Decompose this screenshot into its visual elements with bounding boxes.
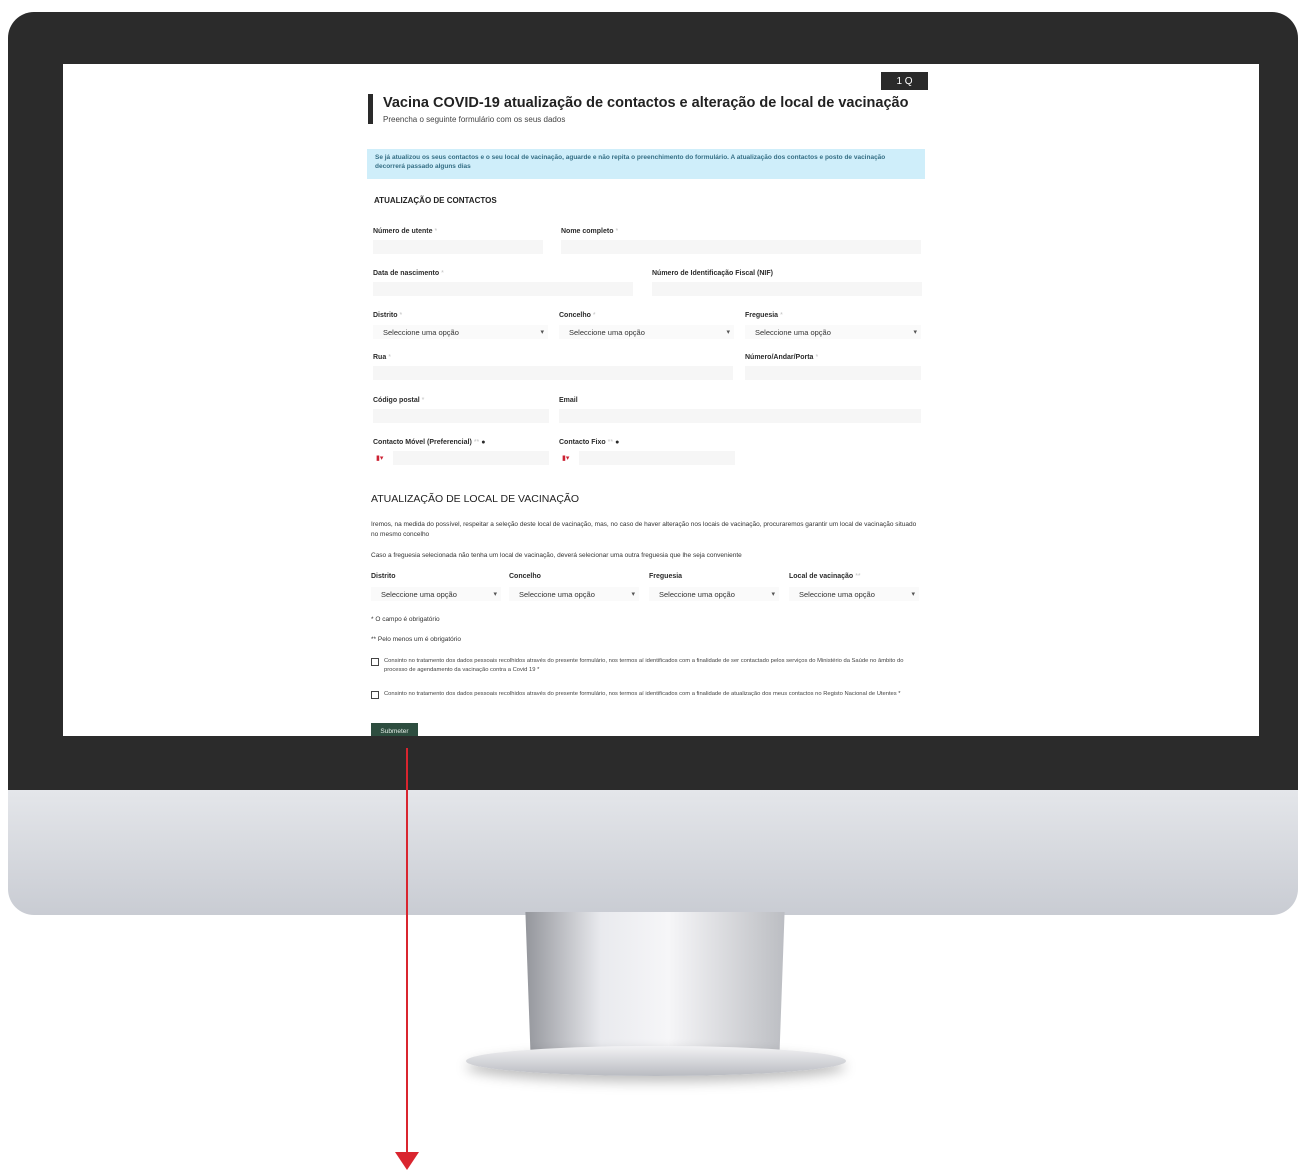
monitor-stand xyxy=(525,912,785,1062)
vacc-parish-label: Freguesia xyxy=(649,573,683,580)
page-title: Vacina COVID-19 atualização de contactos… xyxy=(383,95,909,111)
mobile-label: Contacto Móvel (Preferencial) ** ● xyxy=(373,439,486,446)
district-select[interactable]: Seleccione uma opção ▾ xyxy=(373,325,548,339)
user-number-label: Número de utente * xyxy=(373,228,438,235)
info-alert: Se já atualizou os seus contactos e o se… xyxy=(367,149,925,179)
vacc-district-select[interactable]: Seleccione uma opção ▾ xyxy=(371,587,501,601)
mobile-field[interactable] xyxy=(393,451,549,465)
chevron-down-icon: ▾ xyxy=(493,591,497,598)
vacc-site-select[interactable]: Seleccione uma opção ▾ xyxy=(789,587,919,601)
chevron-down-icon: ▾ xyxy=(540,329,544,336)
submit-button[interactable]: Submeter xyxy=(371,723,418,736)
info-icon[interactable]: ● xyxy=(481,439,485,446)
info-icon[interactable]: ● xyxy=(615,439,619,446)
portugal-flag-icon[interactable]: ▮▾ xyxy=(562,454,569,462)
birth-date-field[interactable] xyxy=(373,282,633,296)
page-header: Vacina COVID-19 atualização de contactos… xyxy=(368,94,908,124)
page-subtitle: Preencha o seguinte formulário com os se… xyxy=(383,115,566,124)
nif-label: Número de Identificação Fiscal (NIF) xyxy=(652,270,773,277)
monitor-stand-base xyxy=(466,1046,846,1076)
consent-registry-checkbox[interactable] xyxy=(371,691,379,699)
vaccination-paragraph-1: Iremos, na medida do possível, respeitar… xyxy=(371,521,917,538)
email-field[interactable] xyxy=(559,409,921,423)
full-name-field[interactable] xyxy=(561,240,921,254)
portugal-flag-icon[interactable]: ▮▾ xyxy=(376,454,383,462)
user-number-field[interactable] xyxy=(373,240,543,254)
landline-field[interactable] xyxy=(579,451,735,465)
email-label: Email xyxy=(559,397,578,404)
required-note: * O campo é obrigatório xyxy=(371,616,440,623)
parish-select[interactable]: Seleccione uma opção ▾ xyxy=(745,325,921,339)
nif-field[interactable] xyxy=(652,282,922,296)
chevron-down-icon: ▾ xyxy=(631,591,635,598)
vacc-site-label: Local de vacinação ** xyxy=(789,573,861,580)
language-button-label: 1 Q xyxy=(896,75,913,87)
vacc-municipality-select[interactable]: Seleccione uma opção ▾ xyxy=(509,587,639,601)
one-required-note: ** Pelo menos um é obrigatório xyxy=(371,636,461,643)
consent-contact-row[interactable]: Consinto no tratamento dos dados pessoai… xyxy=(371,657,923,675)
chevron-down-icon: ▾ xyxy=(911,591,915,598)
vaccination-section-title: ATUALIZAÇÃO DE LOCAL DE VACINAÇÃO xyxy=(371,493,580,505)
municipality-select[interactable]: Seleccione uma opção ▾ xyxy=(559,325,734,339)
municipality-label: Concelho * xyxy=(559,312,596,319)
annotation-arrow-head-icon xyxy=(395,1152,419,1170)
consent-contact-checkbox[interactable] xyxy=(371,658,379,666)
vacc-municipality-label: Concelho xyxy=(509,573,541,580)
chevron-down-icon: ▾ xyxy=(726,329,730,336)
district-label: Distrito * xyxy=(373,312,403,319)
chevron-down-icon: ▾ xyxy=(913,329,917,336)
consent-registry-text: Consinto no tratamento dos dados pessoai… xyxy=(384,691,901,697)
postal-code-field[interactable] xyxy=(373,409,549,423)
parish-label: Freguesia * xyxy=(745,312,783,319)
postal-code-label: Código postal * xyxy=(373,397,425,404)
street-field[interactable] xyxy=(373,366,733,380)
monitor-chin xyxy=(8,790,1298,915)
chevron-down-icon: ▾ xyxy=(771,591,775,598)
door-label: Número/Andar/Porta * xyxy=(745,354,819,361)
vacc-district-label: Distrito xyxy=(371,573,396,580)
door-field[interactable] xyxy=(745,366,921,380)
annotation-arrow-line xyxy=(406,748,408,1158)
full-name-label: Nome completo * xyxy=(561,228,619,235)
language-button[interactable]: 1 Q xyxy=(881,72,928,90)
consent-registry-row[interactable]: Consinto no tratamento dos dados pessoai… xyxy=(371,690,923,699)
vacc-parish-select[interactable]: Seleccione uma opção ▾ xyxy=(649,587,779,601)
contacts-section-title: ATUALIZAÇÃO DE CONTACTOS xyxy=(374,196,497,205)
street-label: Rua * xyxy=(373,354,391,361)
consent-contact-text: Consinto no tratamento dos dados pessoai… xyxy=(384,658,904,673)
monitor-screen: 1 Q Vacina COVID-19 atualização de conta… xyxy=(63,64,1259,736)
landline-label: Contacto Fixo ** ● xyxy=(559,439,620,446)
vaccination-paragraph-2: Caso a freguesia selecionada não tenha u… xyxy=(371,552,742,559)
birth-date-label: Data de nascimento * xyxy=(373,270,444,277)
